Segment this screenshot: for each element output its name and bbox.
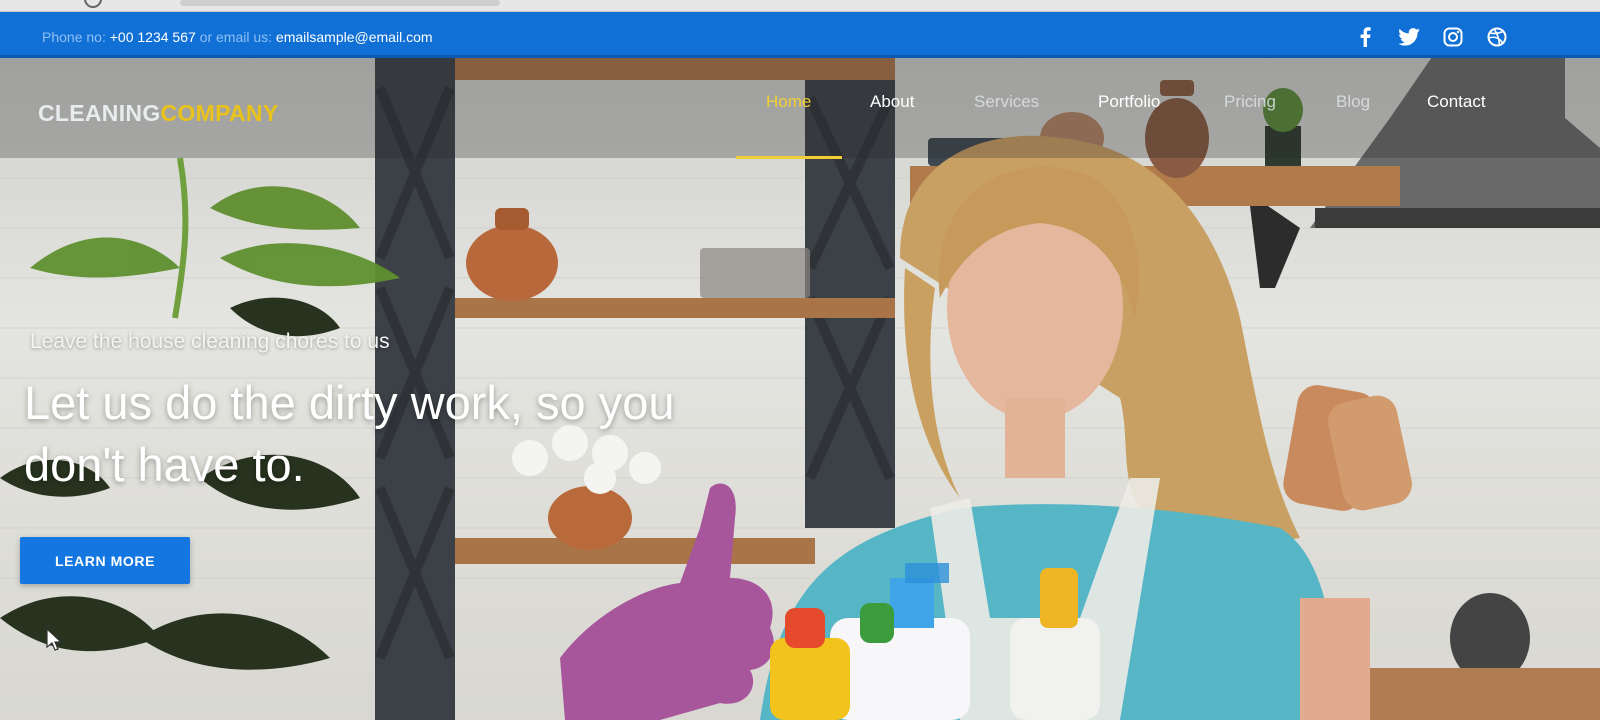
social-links [1354,26,1508,48]
contact-info: Phone no: +00 1234 567 or email us: emai… [42,29,433,45]
mouse-cursor-icon [46,628,63,651]
main-nav: Home About Services Portfolio Pricing Bl… [0,92,1600,159]
dribbble-icon[interactable] [1486,26,1508,48]
nav-home[interactable]: Home [766,92,811,112]
top-info-bar: Phone no: +00 1234 567 or email us: emai… [0,12,1600,58]
phone-number[interactable]: +00 1234 567 [110,29,196,45]
nav-services[interactable]: Services [974,92,1039,112]
nav-about[interactable]: About [870,92,914,112]
address-bar[interactable] [180,0,500,6]
reload-icon[interactable] [84,0,102,8]
or-label: or [199,29,213,45]
learn-more-button[interactable]: LEARN MORE [20,537,190,584]
email-label: email us: [216,29,273,45]
twitter-icon[interactable] [1398,26,1420,48]
email-link[interactable]: emailsample@email.com [276,29,433,45]
hero-subtitle: Leave the house cleaning chores to us [30,330,390,353]
facebook-icon[interactable] [1354,26,1376,48]
active-nav-indicator [736,156,842,159]
nav-contact[interactable]: Contact [1427,92,1486,112]
nav-blog[interactable]: Blog [1336,92,1370,112]
nav-pricing[interactable]: Pricing [1224,92,1276,112]
nav-portfolio[interactable]: Portfolio [1098,92,1160,112]
phone-label: Phone no: [42,29,106,45]
browser-chrome [0,0,1600,12]
hero-title: Let us do the dirty work, so you don't h… [24,376,675,491]
instagram-icon[interactable] [1442,26,1464,48]
